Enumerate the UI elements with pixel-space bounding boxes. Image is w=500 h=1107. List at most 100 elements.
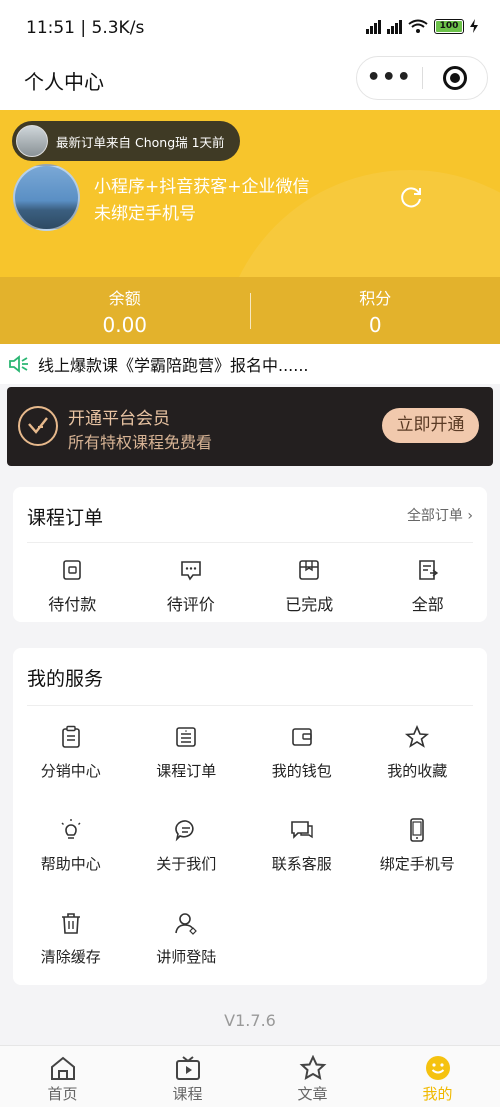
close-button[interactable] [423,66,488,90]
service-label: 关于我们 [156,855,217,873]
order-item-label: 待评价 [166,595,215,614]
phone-status[interactable]: 未绑定手机号 [94,199,196,224]
my-services-title: 我的服务 [27,668,104,690]
comment-icon [180,561,201,581]
service-label: 课程订单 [156,762,217,780]
page-title: 个人中心 [24,70,104,94]
service-about-us[interactable]: 关于我们 [129,817,245,874]
battery-level: 100 [436,20,462,32]
service-course-orders[interactable]: 课程订单 [129,724,245,781]
signal-icon [366,18,381,34]
service-help-center[interactable]: 帮助中心 [13,817,129,874]
app-version: V1.7.6 [224,1011,276,1030]
tab-label: 我的 [422,1085,453,1103]
signal-icon [387,18,402,34]
divider [27,705,473,706]
service-clear-cache[interactable]: 清除缓存 [13,910,129,967]
user-icon [175,913,198,935]
status-bar: 11:51 | 5.3K/s 100 [0,0,500,58]
star-icon [299,1055,326,1080]
vip-logo-icon [18,406,58,446]
points-label: 积分 [359,288,392,308]
order-item-label: 已完成 [285,595,334,614]
balance-label: 余额 [108,288,141,308]
bottom-tab-bar: 首页 课程 文章 我的 [0,1045,500,1107]
service-lecturer-login[interactable]: 讲师登陆 [129,910,245,967]
order-pending-review[interactable]: 待评价 [132,557,251,615]
list-icon [176,727,197,747]
service-contact-support[interactable]: 联系客服 [244,817,360,874]
clipboard-icon [61,725,80,748]
mini-program-capsule: ••• [356,56,488,100]
service-label: 清除缓存 [40,948,101,966]
status-icons: 100 [366,18,478,34]
battery-icon: 100 [434,18,464,34]
box-icon [299,560,320,580]
my-services-card: 我的服务 分销中心 课程订单 我的钱包 我的收藏 帮助中心 关于我们 联系客服 … [13,648,487,985]
nav-bar: 个人中心 ••• [0,56,500,110]
order-status-grid: 待付款 待评价 已完成 全部 [13,557,487,615]
wallet-icon [291,728,312,746]
service-my-favorites[interactable]: 我的收藏 [360,724,476,781]
refresh-icon[interactable] [398,184,424,210]
wifi-icon [408,19,428,33]
wallet-icon [63,560,82,580]
tab-courses[interactable]: 课程 [125,1046,250,1107]
order-item-label: 待付款 [48,595,97,614]
announcement-bar[interactable]: 线上爆款课《学霸陪跑营》报名中...... [0,344,500,384]
more-button[interactable]: ••• [357,56,422,100]
order-item-label: 全部 [411,595,444,614]
tab-articles[interactable]: 文章 [250,1046,375,1107]
service-my-wallet[interactable]: 我的钱包 [244,724,360,781]
order-all[interactable]: 全部 [369,557,488,615]
vip-activate-button[interactable]: 立即开通 [382,408,479,443]
user-avatar[interactable] [13,164,80,231]
vip-subtitle: 所有特权课程免费看 [68,433,213,452]
services-row: 分销中心 课程订单 我的钱包 我的收藏 [13,724,487,781]
star-icon [405,724,430,748]
tab-label: 课程 [172,1085,203,1103]
tab-label: 首页 [47,1085,78,1103]
latest-order-notice: 最新订单来自 Chong瑞 1天前 [12,121,240,161]
service-label: 分销中心 [40,762,101,780]
order-completed[interactable]: 已完成 [250,557,369,615]
service-distribution-center[interactable]: 分销中心 [13,724,129,781]
play-icon [175,1056,200,1080]
charging-icon [470,19,478,33]
lightbulb-icon [61,819,81,839]
all-orders-link[interactable]: 全部订单 › [407,505,473,525]
vip-title: 开通平台会员 [68,409,170,429]
points-stat[interactable]: 积分 0 [251,285,500,337]
service-label: 我的钱包 [271,762,332,780]
user-name: 小程序+抖音获客+企业微信 [94,177,310,197]
support-chat-icon [290,821,313,839]
announcement-text: 线上爆款课《学霸陪跑营》报名中...... [38,356,309,375]
buyer-avatar [16,125,48,157]
status-time: 11:51 | 5.3K/s [26,18,145,38]
services-row: 清除缓存 讲师登陆 [13,910,487,967]
service-label: 绑定手机号 [379,855,455,873]
target-icon [442,66,467,90]
service-label: 联系客服 [271,855,332,873]
service-label: 我的收藏 [387,762,448,780]
order-pending-payment[interactable]: 待付款 [13,557,132,615]
services-row: 帮助中心 关于我们 联系客服 绑定手机号 [13,817,487,874]
service-bind-phone[interactable]: 绑定手机号 [360,817,476,874]
speaker-icon [9,355,28,373]
course-orders-card: 课程订单 全部订单 › 待付款 待评价 已完成 全部 [13,487,487,622]
latest-order-text: 最新订单来自 Chong瑞 1天前 [56,134,225,150]
balance-value: 0.00 [102,312,148,337]
balance-stat[interactable]: 余额 0.00 [0,285,250,337]
points-value: 0 [368,312,382,337]
document-icon [418,560,438,580]
trash-icon [61,913,80,934]
tab-mine[interactable]: 我的 [375,1046,500,1107]
account-stats: 余额 0.00 积分 0 [0,277,500,344]
smile-icon [425,1056,450,1080]
tab-home[interactable]: 首页 [0,1046,125,1107]
chat-icon [175,820,194,842]
divider [27,542,473,543]
service-label: 帮助中心 [40,855,101,873]
phone-icon [410,818,425,842]
vip-banner[interactable]: 开通平台会员 所有特权课程免费看 立即开通 [7,387,493,466]
